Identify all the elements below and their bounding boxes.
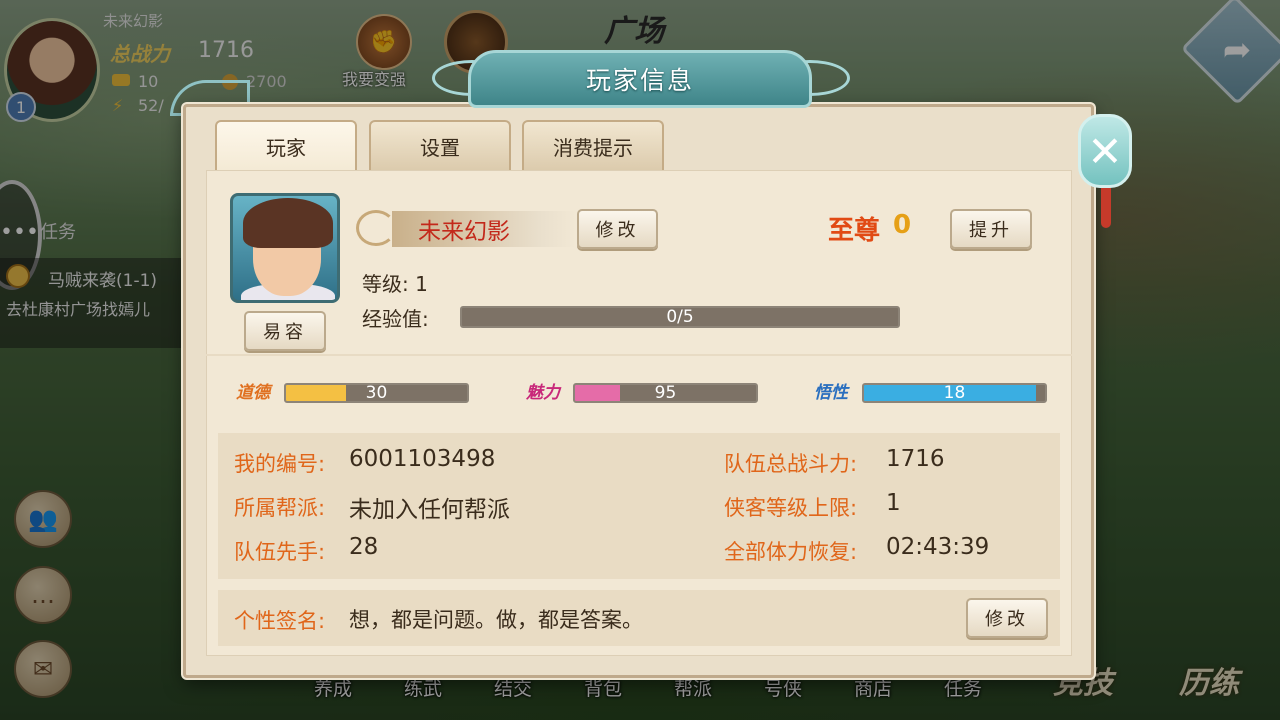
cloud-ornament-icon xyxy=(356,210,396,246)
charm-bar: 95 xyxy=(573,383,758,403)
initiative-value: 28 xyxy=(349,534,379,560)
player-level: 等级: 1 xyxy=(362,272,428,296)
morality-icon: 道德 xyxy=(236,382,270,403)
experience-bar: 0/5 xyxy=(460,306,900,328)
comprehension-bar: 18 xyxy=(862,383,1047,403)
signature-label: 个性签名: xyxy=(234,609,326,633)
signature-text: 想，都是问题。做，都是答案。 xyxy=(349,608,643,632)
player-id-value: 6001103498 xyxy=(349,446,496,472)
comprehension-icon: 悟性 xyxy=(814,382,848,403)
upgrade-vip-button[interactable]: 提升 xyxy=(950,209,1032,249)
team-power-value: 1716 xyxy=(886,446,945,472)
vip-value: 0 xyxy=(893,210,912,240)
hero-level-cap-label: 侠客等级上限: xyxy=(724,496,858,520)
close-tassel-decoration xyxy=(1101,188,1111,228)
tab-spending-notice[interactable]: 消费提示 xyxy=(522,120,664,170)
tab-settings[interactable]: 设置 xyxy=(369,120,511,170)
experience-label: 经验值: xyxy=(362,307,429,331)
tab-player[interactable]: 玩家 xyxy=(215,120,357,170)
hero-level-cap-value: 1 xyxy=(886,490,901,516)
vip-label: 至尊 xyxy=(828,216,881,246)
experience-text: 0/5 xyxy=(666,307,694,327)
modify-signature-button[interactable]: 修改 xyxy=(966,598,1048,638)
section-divider xyxy=(206,354,1072,356)
close-icon: ✕ xyxy=(1087,126,1123,176)
charm-icon: 魅力 xyxy=(526,382,560,403)
initiative-label: 队伍先手: xyxy=(234,540,326,564)
morality-value: 30 xyxy=(365,383,388,403)
morality-bar: 30 xyxy=(284,383,469,403)
player-portrait[interactable] xyxy=(230,193,340,303)
player-name-plate: 未来幻影 xyxy=(392,211,576,247)
comprehension-value: 18 xyxy=(943,383,966,403)
team-power-label: 队伍总战斗力: xyxy=(724,452,858,476)
change-appearance-button[interactable]: 易容 xyxy=(244,311,326,351)
charm-value: 95 xyxy=(654,383,677,403)
player-id-label: 我的编号: xyxy=(234,452,326,476)
close-button[interactable]: ✕ xyxy=(1078,114,1132,188)
modify-name-button[interactable]: 修改 xyxy=(577,209,658,249)
stamina-recovery-label: 全部体力恢复: xyxy=(724,540,858,564)
guild-label: 所属帮派: xyxy=(234,496,326,520)
dialog-title: 玩家信息 xyxy=(468,50,812,108)
player-name: 未来幻影 xyxy=(418,219,510,245)
guild-value: 未加入任何帮派 xyxy=(349,497,510,523)
stamina-recovery-value: 02:43:39 xyxy=(886,534,990,560)
